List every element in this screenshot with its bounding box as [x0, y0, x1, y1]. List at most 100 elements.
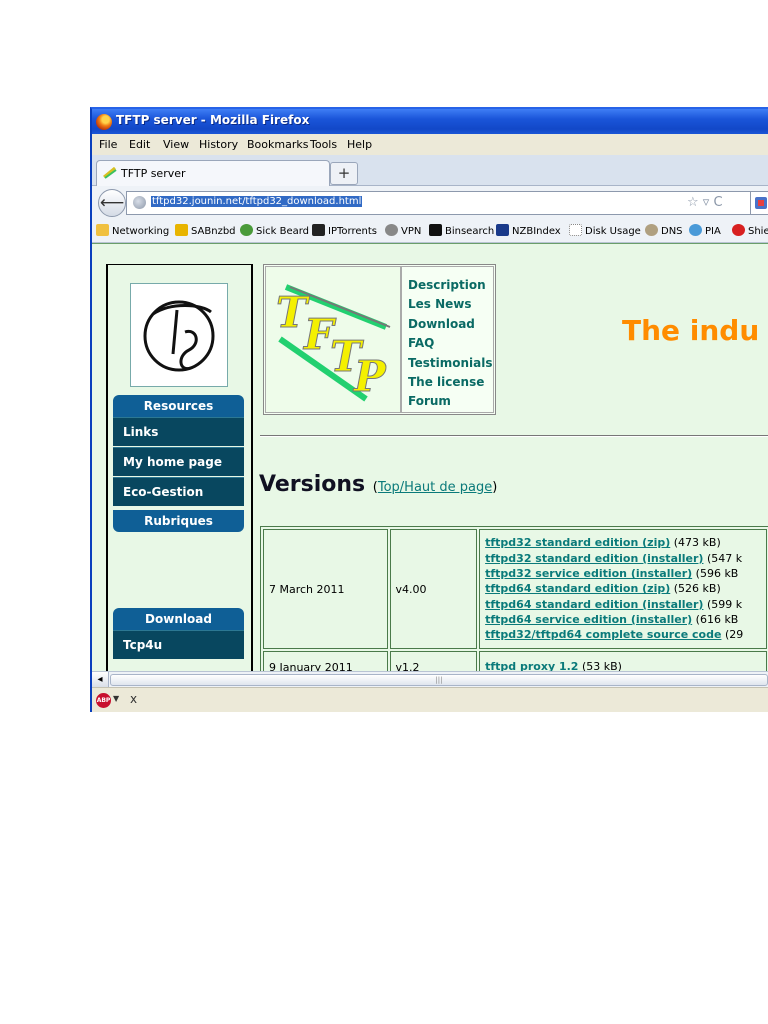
nav-forum[interactable]: Forum — [408, 392, 493, 410]
top-of-page-link[interactable]: Top/Haut de page — [378, 480, 492, 495]
menu-view[interactable]: View — [163, 138, 189, 151]
list-item: tftpd32 standard edition (installer) (54… — [485, 551, 743, 565]
bookmark-binsearch[interactable]: Binsearch — [429, 224, 494, 237]
search-engine-box[interactable] — [750, 191, 768, 215]
binsearch-icon — [429, 224, 442, 236]
sidebar-item-eco-gestion[interactable]: Eco-Gestion — [113, 477, 244, 506]
sabnzbd-icon — [175, 224, 188, 236]
firefox-window: TFTP server - Mozilla Firefox File Edit … — [90, 107, 768, 712]
release-version: v1.2 — [389, 651, 478, 672]
firefox-icon — [96, 114, 112, 130]
nav-the-license[interactable]: The license — [408, 373, 493, 391]
new-tab-button[interactable]: + — [330, 162, 358, 185]
nav-download[interactable]: Download — [408, 315, 493, 333]
download-link[interactable]: tftpd64 service edition (installer) — [485, 613, 692, 626]
back-button[interactable]: ⟵ — [98, 189, 126, 217]
tftp-logo: T F T P — [265, 266, 401, 413]
download-heading: Download — [113, 608, 244, 630]
release-date: 9 January 2011 — [263, 651, 388, 672]
bookmark-shield[interactable]: Shiel — [732, 224, 768, 237]
versions-title: Versions — [259, 472, 366, 497]
menu-bookmarks[interactable]: Bookmarks — [247, 138, 308, 151]
search-engine-icon — [755, 197, 767, 209]
scroll-thumb[interactable]: ||| — [110, 674, 768, 686]
menu-history[interactable]: History — [199, 138, 238, 151]
sidebar-item-tcp4u[interactable]: Tcp4u — [113, 630, 244, 659]
menu-bar: File Edit View History Bookmarks Tools H… — [92, 134, 768, 155]
tab-strip: TFTP server + — [92, 155, 768, 186]
close-icon[interactable]: x — [130, 692, 137, 706]
scroll-left-arrow-icon[interactable]: ◂ — [92, 672, 109, 687]
menu-file[interactable]: File — [99, 138, 117, 151]
site-headline: The indu — [622, 314, 760, 347]
menu-edit[interactable]: Edit — [129, 138, 150, 151]
download-link[interactable]: tftpd32 service edition (installer) — [485, 567, 692, 580]
table-row: 9 January 2011 v1.2 tftpd proxy 1.2 (53 … — [263, 651, 767, 672]
table-row: 7 March 2011 v4.00 tftpd32 standard edit… — [263, 529, 767, 649]
versions-table: 7 March 2011 v4.00 tftpd32 standard edit… — [260, 526, 768, 672]
download-link[interactable]: tftpd64 standard edition (installer) — [485, 598, 703, 611]
bookmark-networking[interactable]: Networking — [96, 224, 169, 237]
vpn-icon — [385, 224, 398, 236]
page-content: Resources Links My home page Eco-Gestion… — [92, 243, 768, 672]
nzbindex-icon — [496, 224, 509, 236]
sidebar-item-links[interactable]: Links — [113, 417, 244, 446]
list-item: tftpd64 standard edition (zip) (526 kB) — [485, 582, 721, 596]
nav-testimonials[interactable]: Testimonials — [408, 354, 493, 372]
download-link[interactable]: tftpd64 standard edition (zip) — [485, 582, 670, 595]
release-files: tftpd proxy 1.2 (53 kB) — [479, 651, 767, 672]
tftp-logo-icon: T F T P — [276, 284, 391, 402]
bookmark-sick-beard[interactable]: Sick Beard — [240, 224, 309, 237]
divider — [260, 435, 768, 437]
download-link[interactable]: tftpd32 standard edition (installer) — [485, 552, 703, 565]
iptorrents-icon — [312, 224, 325, 236]
list-item: tftpd32 standard edition (zip) (473 kB) — [485, 536, 721, 550]
bookmark-vpn[interactable]: VPN — [385, 224, 421, 237]
title-bar: TFTP server - Mozilla Firefox — [92, 109, 768, 134]
menu-tools[interactable]: Tools — [310, 138, 337, 151]
bookmark-star-icon[interactable]: ☆ ▿ C — [687, 195, 723, 210]
bookmark-pia[interactable]: PIA — [689, 224, 721, 237]
window-title: TFTP server - Mozilla Firefox — [116, 113, 310, 127]
nav-description[interactable]: Description — [408, 276, 493, 294]
rubriques-heading: Rubriques — [113, 510, 244, 532]
url-text[interactable]: tftpd32.jounin.net/tftpd32_download.html — [151, 196, 363, 207]
bookmark-iptorrents[interactable]: IPTorrents — [312, 224, 377, 237]
tab-tftp-server[interactable]: TFTP server — [96, 160, 330, 186]
bookmark-nzbindex[interactable]: NZBIndex — [496, 224, 561, 237]
sick-beard-icon — [240, 224, 253, 236]
logo-letter-p: P — [353, 352, 387, 401]
menu-help[interactable]: Help — [347, 138, 372, 151]
list-item: tftpd64 standard edition (installer) (59… — [485, 597, 743, 611]
url-bar[interactable]: tftpd32.jounin.net/tftpd32_download.html… — [126, 191, 753, 215]
release-version: v4.00 — [389, 529, 478, 649]
site-logo[interactable] — [130, 283, 228, 387]
tab-label: TFTP server — [121, 167, 186, 180]
signature-logo-icon — [143, 300, 215, 372]
header-box: T F T P Description Les News Download FA… — [263, 264, 496, 415]
sidebar-item-home-page[interactable]: My home page — [113, 447, 244, 476]
tftp-favicon-icon — [103, 167, 117, 179]
list-item: tftpd64 service edition (installer) (616… — [485, 612, 739, 626]
bookmark-sabnzbd[interactable]: SABnzbd — [175, 224, 236, 237]
blank-page-icon — [569, 224, 582, 236]
horizontal-scrollbar[interactable]: ◂ ||| — [92, 671, 768, 688]
nav-faq[interactable]: FAQ — [408, 334, 493, 352]
top-link-wrapper: (Top/Haut de page) — [372, 480, 498, 495]
bookmark-dns[interactable]: DNS — [645, 224, 683, 237]
download-link[interactable]: tftpd32 standard edition (zip) — [485, 536, 670, 549]
release-date: 7 March 2011 — [263, 529, 388, 649]
navigation-bar: ⟵ tftpd32.jounin.net/tftpd32_download.ht… — [92, 186, 768, 219]
left-sidebar: Resources Links My home page Eco-Gestion… — [106, 264, 253, 672]
download-link[interactable]: tftpd32/tftpd64 complete source code — [485, 628, 721, 641]
status-bar: ABP ▼ x — [92, 687, 768, 712]
site-identity-icon[interactable] — [133, 196, 146, 209]
versions-heading: Versions (Top/Haut de page) — [259, 472, 497, 497]
adblock-icon[interactable]: ABP — [96, 693, 111, 708]
header-menu: Description Les News Download FAQ Testim… — [401, 266, 494, 413]
bookmarks-toolbar: Networking SABnzbd Sick Beard IPTorrents… — [92, 219, 768, 243]
adblock-dropdown-icon[interactable]: ▼ — [113, 694, 119, 703]
resources-heading: Resources — [113, 395, 244, 417]
nav-les-news[interactable]: Les News — [408, 295, 493, 313]
bookmark-disk-usage[interactable]: Disk Usage — [569, 224, 641, 237]
